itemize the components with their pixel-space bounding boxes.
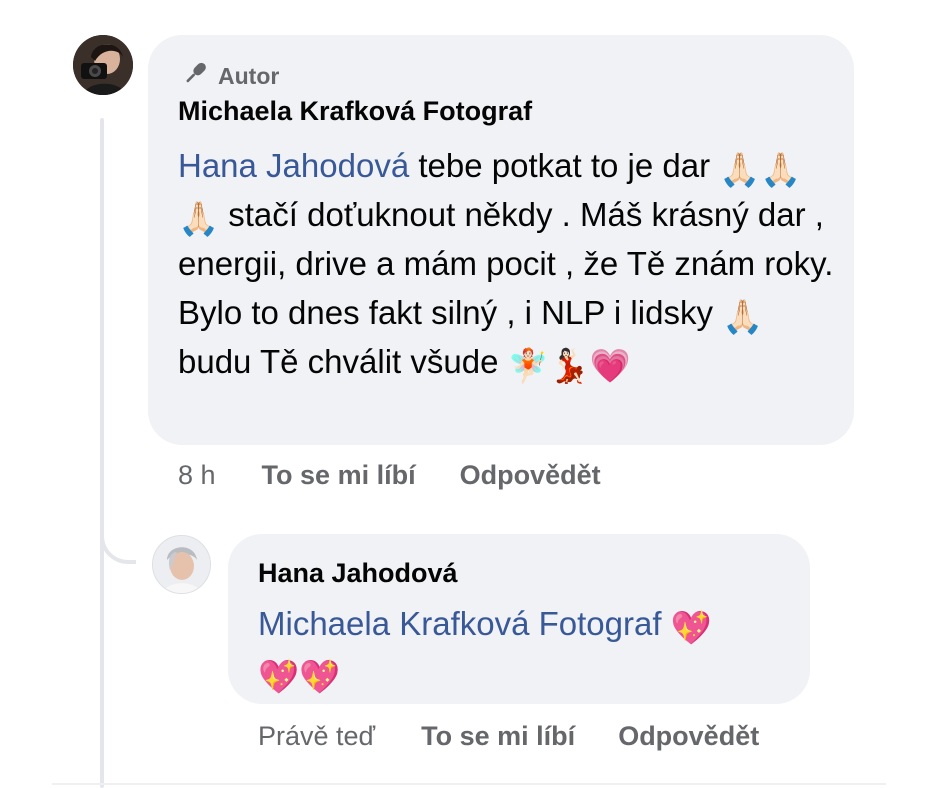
comment-author[interactable]: Michaela Krafková Fotograf	[178, 96, 532, 127]
comment-time[interactable]: 8 h	[178, 460, 216, 491]
thread-line	[100, 118, 104, 788]
like-button[interactable]: To se mi líbí	[421, 721, 575, 752]
comment-meta: 8 h To se mi líbí Odpovědět	[178, 460, 601, 491]
sparkling-heart-emoji: 💖	[670, 609, 712, 646]
heart-emoji: 💗	[589, 347, 631, 384]
folded-hands-emoji: 🙏🏻	[178, 200, 220, 237]
mention-link[interactable]: Hana Jahodová	[178, 147, 409, 184]
badge-label: Autor	[218, 62, 280, 89]
fairy-emoji: 🧚🏻	[507, 347, 549, 384]
folded-hands-emoji: 🙏🏻	[719, 151, 761, 188]
reply-connector	[100, 520, 136, 564]
sparkling-heart-emoji: 💖	[299, 658, 341, 695]
sparkling-heart-emoji: 💖	[258, 658, 300, 695]
reply-text: Michaela Krafková Fotograf 💖 💖💖	[258, 599, 798, 697]
avatar-photo	[73, 35, 133, 95]
author-badge: Autor	[180, 58, 279, 94]
folded-hands-emoji: 🙏🏻	[760, 151, 802, 188]
reply-button[interactable]: Odpovědět	[460, 460, 601, 491]
microphone-icon	[180, 58, 210, 94]
reply-author[interactable]: Hana Jahodová	[258, 558, 458, 589]
divider	[52, 783, 886, 785]
avatar[interactable]	[73, 35, 133, 95]
like-button[interactable]: To se mi líbí	[262, 460, 416, 491]
folded-hands-emoji: 🙏🏻	[722, 298, 764, 335]
reply-button[interactable]: Odpovědět	[618, 721, 759, 752]
comment-text: Hana Jahodová tebe potkat to je dar 🙏🏻🙏🏻…	[178, 147, 834, 384]
reply-time[interactable]: Právě teď	[258, 721, 375, 752]
avatar-photo	[153, 536, 210, 593]
mention-link[interactable]: Michaela Krafková Fotograf	[258, 605, 662, 642]
reply-avatar[interactable]	[152, 535, 211, 594]
dancer-emoji: 💃🏻	[548, 347, 590, 384]
reply-meta: Právě teď To se mi líbí Odpovědět	[258, 721, 759, 752]
